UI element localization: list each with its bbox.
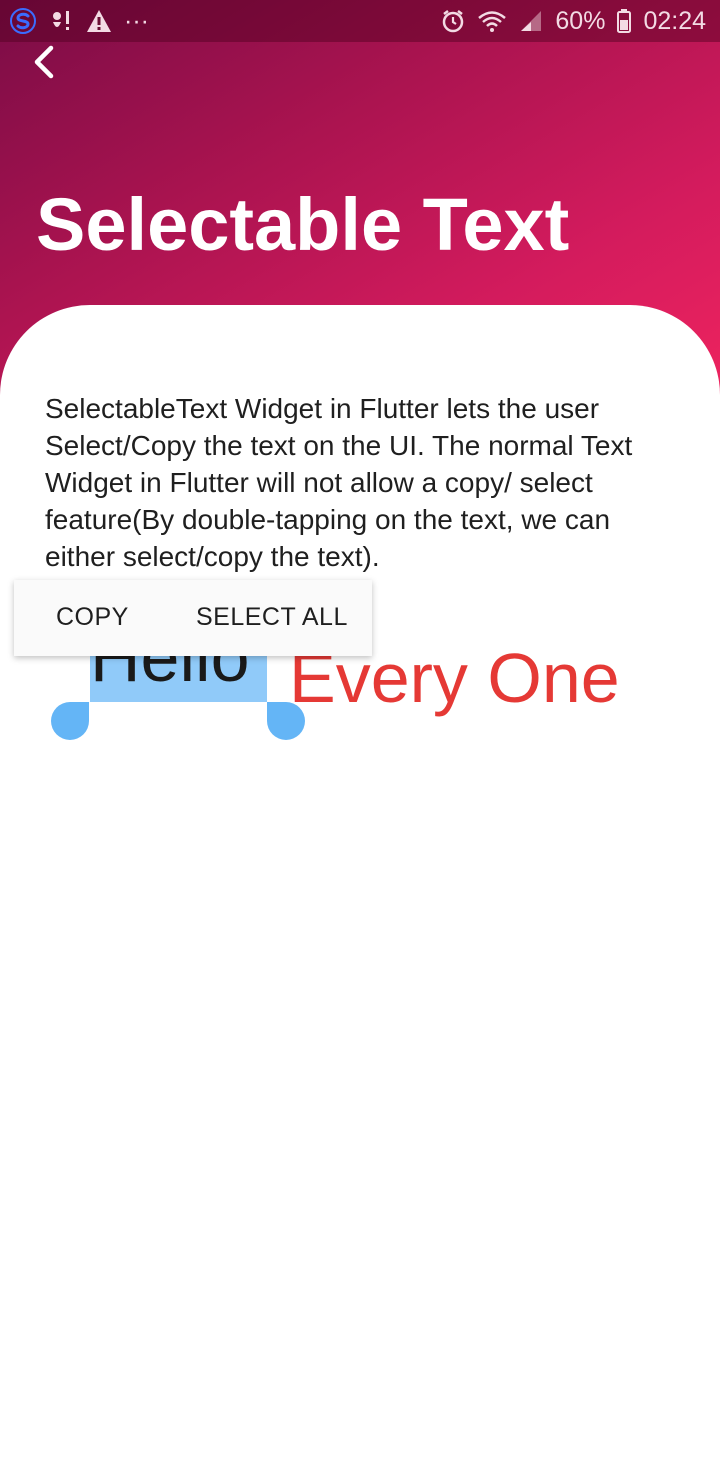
selection-start-handle[interactable]: [51, 702, 89, 740]
back-arrow-icon: [34, 45, 54, 79]
wifi-icon: [477, 6, 507, 36]
description-text[interactable]: SelectableText Widget in Flutter lets th…: [45, 390, 685, 575]
app-screen: ··· 60% 02:24 Selectable Text Selectable…: [0, 0, 720, 1480]
text-selection-toolbar: COPY SELECT ALL: [14, 580, 372, 656]
selection-end-handle[interactable]: [267, 702, 305, 740]
notification-icon: [48, 6, 74, 36]
alarm-icon: [441, 6, 465, 36]
back-button[interactable]: [22, 40, 66, 84]
select-all-button[interactable]: SELECT ALL: [196, 603, 348, 632]
battery-icon: [617, 6, 632, 36]
status-bar-right: 60% 02:24: [441, 6, 706, 36]
signal-icon: [519, 6, 543, 36]
status-time: 02:24: [643, 6, 706, 35]
copy-button[interactable]: COPY: [56, 603, 129, 632]
status-bar-left: ···: [10, 6, 149, 36]
battery-percent: 60%: [555, 6, 606, 35]
more-notifications-icon: ···: [124, 6, 149, 35]
warning-icon: [86, 6, 112, 36]
status-bar: ··· 60% 02:24: [0, 0, 720, 42]
s-app-icon: [10, 6, 36, 36]
page-title: Selectable Text: [36, 183, 570, 266]
